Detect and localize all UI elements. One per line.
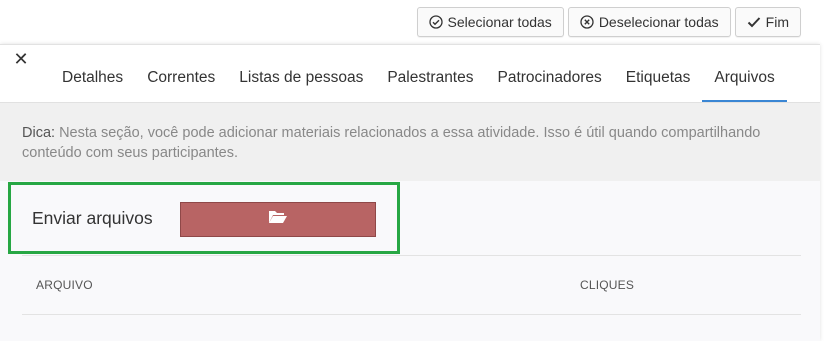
check-circle-icon — [428, 15, 443, 29]
tab-streams[interactable]: Correntes — [135, 55, 227, 103]
upload-highlight-frame: Enviar arquivos — [8, 182, 400, 254]
files-table: ARQUIVO CLIQUES — [22, 255, 801, 315]
tab-label: Etiquetas — [625, 68, 691, 86]
tab-files[interactable]: Arquivos — [702, 55, 787, 103]
tab-bar: Detalhes Correntes Listas de pessoas Pal… — [50, 55, 787, 103]
column-header-clicks: CLIQUES — [580, 278, 635, 292]
tab-speakers[interactable]: Palestrantes — [375, 55, 485, 103]
tab-sponsors[interactable]: Patrocinadores — [486, 55, 614, 103]
toolbar: Selecionar todas Deselecionar todas Fim — [416, 7, 801, 37]
tab-label: Listas de pessoas — [239, 68, 364, 86]
check-icon — [747, 15, 761, 29]
done-label: Fim — [765, 14, 789, 30]
select-all-label: Selecionar todas — [447, 14, 552, 30]
folder-open-icon — [268, 210, 288, 229]
column-header-file: ARQUIVO — [36, 278, 93, 292]
hint-prefix: Dica: — [22, 125, 56, 141]
tab-tags[interactable]: Etiquetas — [614, 55, 703, 103]
tab-people-lists[interactable]: Listas de pessoas — [227, 55, 375, 103]
close-icon[interactable]: ✕ — [10, 48, 32, 70]
hint-box: Dica: Nesta seção, você pode adicionar m… — [0, 103, 820, 181]
select-all-button[interactable]: Selecionar todas — [416, 7, 564, 37]
tab-label: Detalhes — [62, 68, 124, 86]
activity-panel: ✕ Detalhes Correntes Listas de pessoas P… — [0, 44, 820, 341]
deselect-all-button[interactable]: Deselecionar todas — [567, 7, 731, 37]
tab-label: Correntes — [147, 68, 216, 86]
files-section: Enviar arquivos ARQUIVO CLIQUES — [0, 181, 820, 341]
deselect-all-label: Deselecionar todas — [598, 14, 719, 30]
hint-text: Nesta seção, você pode adicionar materia… — [22, 125, 761, 161]
tab-label: Arquivos — [714, 68, 775, 86]
upload-label: Enviar arquivos — [32, 208, 153, 228]
done-button[interactable]: Fim — [734, 7, 801, 37]
upload-files-button[interactable] — [180, 202, 376, 237]
x-circle-icon — [580, 15, 594, 29]
tab-label: Palestrantes — [387, 68, 474, 86]
tab-details[interactable]: Detalhes — [50, 55, 135, 103]
tab-label: Patrocinadores — [497, 68, 602, 86]
